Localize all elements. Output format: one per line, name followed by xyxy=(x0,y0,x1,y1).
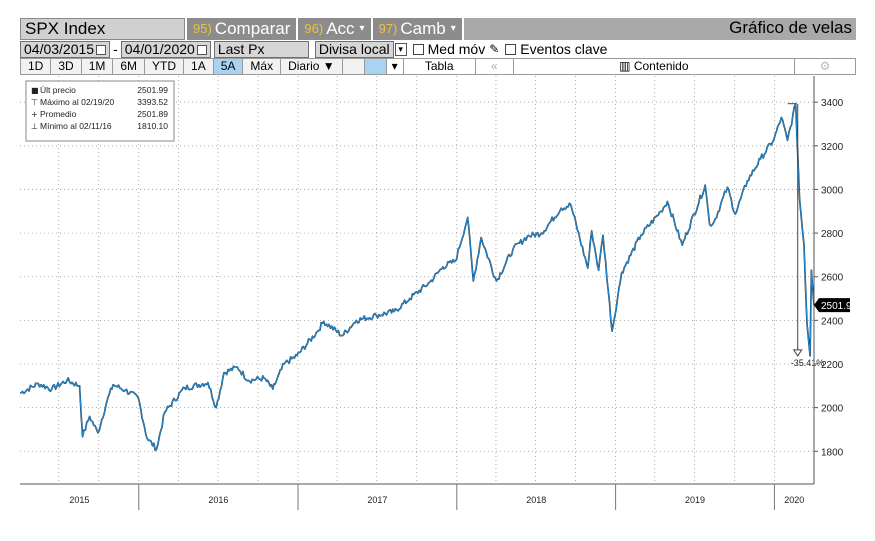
period-tab[interactable]: 3D xyxy=(51,59,82,74)
legend-value: 2501.89 xyxy=(137,109,168,119)
date-separator: - xyxy=(113,41,118,57)
compare-button[interactable]: 95) Comparar xyxy=(187,18,299,40)
change-button[interactable]: 97) Camb ▾ xyxy=(372,18,464,40)
currency-select[interactable]: Divisa local xyxy=(314,40,394,58)
table-button[interactable]: Tabla xyxy=(404,59,476,74)
chevron-down-icon[interactable]: ▾ xyxy=(387,59,404,74)
period-tab[interactable]: 1A xyxy=(184,59,214,74)
legend-value: 3393.52 xyxy=(137,97,168,107)
x-year-label: 2020 xyxy=(784,495,804,505)
y-tick-label: 2200 xyxy=(821,360,844,371)
change-number: 97) xyxy=(378,21,398,36)
key-events-label: Eventos clave xyxy=(520,41,608,57)
legend-icon: ⊤ xyxy=(31,98,38,107)
y-tick-label: 2600 xyxy=(821,273,844,284)
period-tab[interactable]: YTD xyxy=(145,59,185,74)
period-tab[interactable]: 1M xyxy=(81,59,114,74)
y-tick-label: 2000 xyxy=(821,404,844,415)
key-events-checkbox[interactable] xyxy=(505,43,517,55)
chart-type-title: Gráfico de velas xyxy=(729,18,852,37)
period-tab[interactable]: Máx xyxy=(243,59,282,74)
legend-icon: ⊥ xyxy=(31,122,38,131)
legend-value: 1810.10 xyxy=(137,121,168,131)
change-label: Camb xyxy=(400,19,446,38)
pencil-icon[interactable]: ✎ xyxy=(489,42,499,56)
x-year-label: 2016 xyxy=(208,495,228,505)
legend-label: Promedio xyxy=(40,109,77,119)
x-year-label: 2017 xyxy=(367,495,387,505)
collapse-icon[interactable]: « xyxy=(476,59,514,74)
actions-number: 96) xyxy=(304,21,324,36)
price-chart: -35.41% 1800 2000 2200 2400 2600 2800 3000 3200… xyxy=(20,76,856,510)
period-tab[interactable]: 1D xyxy=(21,59,52,74)
period-tab[interactable]: 6M xyxy=(113,59,146,74)
content-button[interactable]: ▥ Contenido xyxy=(514,59,795,74)
moving-average-label: Med móv xyxy=(427,41,486,57)
controls-bar: 04/03/2015 - 04/01/2020 Last Px Divisa l… xyxy=(20,40,856,58)
frequency-select[interactable]: Diario ▼ xyxy=(281,59,343,74)
legend-icon: + xyxy=(31,110,38,119)
chevron-down-icon: ▾ xyxy=(450,23,456,34)
end-date-field[interactable]: 04/01/2020 xyxy=(120,40,211,58)
y-tick-label: 2400 xyxy=(821,316,844,327)
compare-label: Comparar xyxy=(214,19,291,38)
y-tick-label: 3200 xyxy=(821,142,844,153)
chevron-down-icon: ▾ xyxy=(359,23,365,34)
x-year-label: 2018 xyxy=(526,495,546,505)
compare-number: 95) xyxy=(193,21,212,36)
moving-average-checkbox[interactable] xyxy=(412,43,424,55)
last-price-label: 2501.99 xyxy=(821,301,856,312)
chart-icon: ▥ xyxy=(619,59,634,73)
candle-chart-icon[interactable] xyxy=(364,59,387,74)
actions-button[interactable]: 96) Acc ▾ xyxy=(298,18,373,40)
calendar-icon[interactable] xyxy=(96,44,107,55)
x-year-label: 2019 xyxy=(685,495,705,505)
calendar-icon[interactable] xyxy=(196,44,207,55)
y-tick-label: 3000 xyxy=(821,185,844,196)
chart-legend: ■ Últ precio 2501.99 ⊤ Máximo al 02/19/20 339… xyxy=(25,80,175,142)
legend-label: Máximo al 02/19/20 xyxy=(40,97,114,107)
y-tick-label: 3400 xyxy=(821,98,844,109)
line-chart-icon[interactable] xyxy=(342,59,365,74)
y-tick-label: 2800 xyxy=(821,229,844,240)
price-field-select[interactable]: Last Px xyxy=(213,40,309,58)
y-tick-label: 1800 xyxy=(821,447,844,458)
period-tab-active[interactable]: 5A xyxy=(213,59,244,74)
legend-value: 2501.99 xyxy=(137,85,168,95)
period-toolbar: 1D 3D 1M 6M YTD 1A 5A Máx Diario ▼ ▾ Tab… xyxy=(20,58,856,75)
legend-label: Últ precio xyxy=(40,85,76,95)
legend-icon: ■ xyxy=(31,86,39,95)
legend-label: Mínimo al 02/11/16 xyxy=(40,121,112,131)
ticker-field[interactable]: SPX Index xyxy=(20,18,185,40)
chevron-down-icon[interactable]: ▾ xyxy=(394,42,407,56)
gear-icon[interactable]: ⚙ xyxy=(795,59,855,74)
x-year-label: 2015 xyxy=(69,495,89,505)
drawdown-label: -35.41% xyxy=(791,358,825,368)
header-bar: SPX Index 95) Comparar 96) Acc ▾ 97) Cam… xyxy=(20,18,856,40)
actions-label: Acc xyxy=(326,19,355,38)
start-date-field[interactable]: 04/03/2015 xyxy=(20,40,111,58)
